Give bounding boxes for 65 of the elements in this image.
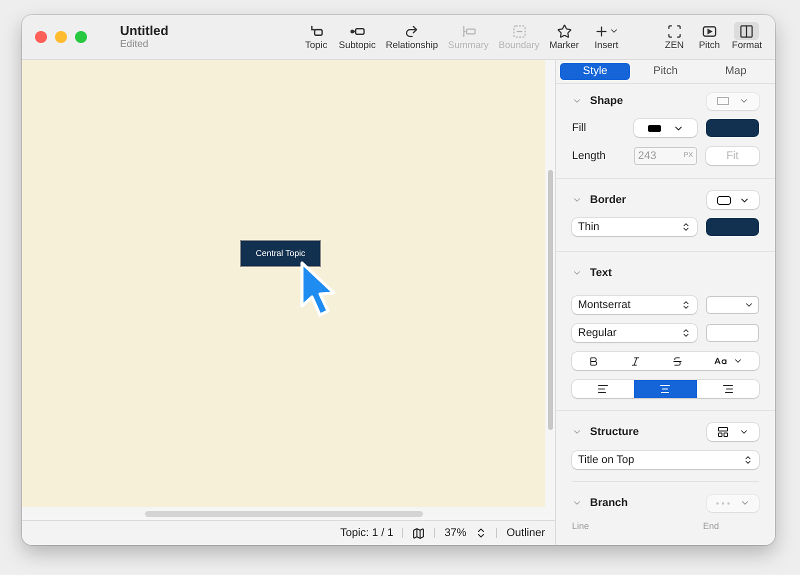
boundary-icon xyxy=(512,24,526,38)
topic-icon xyxy=(308,24,324,38)
panel-tab[interactable]: Style xyxy=(560,63,630,80)
window-subtitle: Edited xyxy=(120,39,150,51)
stepper-icon xyxy=(681,328,691,338)
toolbar-button[interactable]: Topic xyxy=(298,20,334,54)
text-color-dropdown[interactable] xyxy=(706,296,759,314)
toolbar-button[interactable]: Relationship xyxy=(380,20,444,54)
dots-icon xyxy=(716,502,730,504)
plus-chevron-icon xyxy=(594,24,619,38)
toolbar-button[interactable]: Marker xyxy=(544,20,584,54)
stepper-icon xyxy=(681,222,691,232)
section-title: Branch xyxy=(590,496,628,511)
fill-label: Fill xyxy=(572,120,588,136)
rectangle-icon xyxy=(717,97,729,105)
horizontal-scrollbar[interactable] xyxy=(145,510,423,516)
star-icon xyxy=(556,24,572,38)
section-title: Structure xyxy=(590,424,639,440)
toolbar-button[interactable]: Format xyxy=(726,20,767,54)
stepper-icon xyxy=(681,300,691,310)
toolbar-button[interactable]: Pitch xyxy=(692,20,727,54)
align-left-icon xyxy=(597,383,610,395)
fill-color-well[interactable] xyxy=(706,119,759,137)
outliner-button[interactable]: Outliner xyxy=(506,524,545,542)
align-center-icon xyxy=(659,383,672,395)
section-title: Shape xyxy=(590,94,624,109)
layout-icon xyxy=(717,426,729,438)
length-label: Length xyxy=(572,148,607,164)
curved-arrow-icon xyxy=(404,24,420,38)
alignment-button[interactable] xyxy=(634,380,697,398)
border-color-well[interactable] xyxy=(706,218,759,236)
section-title: Text xyxy=(590,266,612,281)
map-icon[interactable] xyxy=(412,526,426,540)
zoom-level: 37% xyxy=(444,526,466,541)
border-width-select[interactable]: Thin xyxy=(572,218,697,236)
topic-count: Topic: 1 / 1 xyxy=(340,526,394,541)
section-title: Border xyxy=(590,192,626,208)
panel-tab[interactable]: Map xyxy=(700,63,771,80)
toolbar-button[interactable]: Subtopic xyxy=(334,20,381,54)
summary-icon xyxy=(460,24,476,38)
font-size-field[interactable] xyxy=(706,324,759,342)
border-shape-dropdown[interactable] xyxy=(707,191,759,209)
font-family-select[interactable]: Montserrat xyxy=(572,296,697,314)
toolbar-button[interactable]: ZEN xyxy=(656,20,692,54)
fill-swatch-icon xyxy=(648,124,660,132)
fill-style-dropdown[interactable] xyxy=(634,119,697,137)
end-label: End xyxy=(702,520,719,533)
play-icon xyxy=(702,24,717,38)
central-topic[interactable]: Central Topic xyxy=(240,240,321,267)
window-title: Untitled xyxy=(120,23,170,39)
bold-icon[interactable] xyxy=(588,356,599,366)
panel-tab[interactable]: Pitch xyxy=(630,63,701,80)
align-right-icon xyxy=(722,383,734,395)
stepper-icon xyxy=(743,455,753,465)
italic-icon[interactable] xyxy=(630,356,641,366)
structure-dropdown[interactable] xyxy=(707,423,759,441)
toolbar-button[interactable]: Insert xyxy=(584,20,629,54)
structure-select[interactable]: Title on Top xyxy=(572,451,759,469)
sidebar-panel-icon xyxy=(739,24,754,38)
line-label: Line xyxy=(572,520,590,533)
vertical-scrollbar[interactable] xyxy=(548,170,552,430)
font-weight-select[interactable]: Regular xyxy=(572,324,697,342)
close-button[interactable] xyxy=(35,31,47,43)
fullscreen-icon xyxy=(666,24,682,38)
strikethrough-icon[interactable] xyxy=(672,356,684,366)
